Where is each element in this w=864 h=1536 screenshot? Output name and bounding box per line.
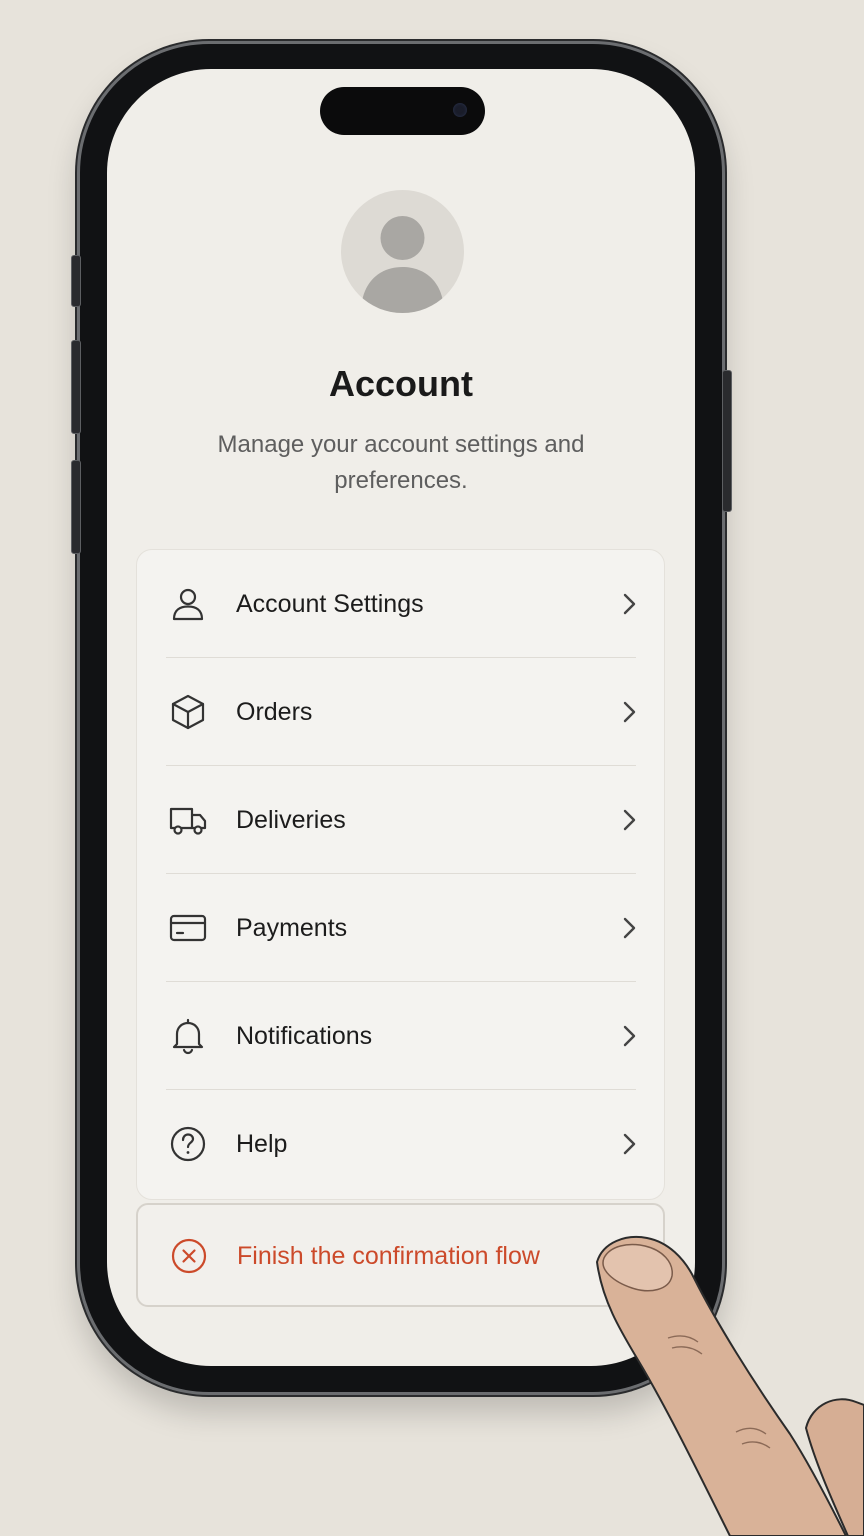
finish-confirmation-button[interactable]: Finish the confirmation flow — [136, 1203, 665, 1307]
avatar — [341, 190, 464, 313]
bell-icon — [169, 1017, 207, 1055]
person-silhouette-icon — [361, 216, 444, 313]
front-camera — [453, 103, 467, 117]
chevron-right-icon — [615, 1022, 643, 1050]
x-circle-icon — [170, 1237, 208, 1275]
menu-item-orders[interactable]: Orders — [137, 658, 664, 766]
help-circle-icon — [169, 1125, 207, 1163]
menu-item-label: Orders — [236, 698, 313, 726]
finish-confirmation-label: Finish the confirmation flow — [237, 1242, 540, 1270]
volume-up-button — [71, 340, 81, 434]
menu-item-help[interactable]: Help — [137, 1090, 664, 1198]
page-subtitle: Manage your account settings and prefere… — [217, 431, 585, 494]
menu-item-account-settings[interactable]: Account Settings — [137, 550, 664, 658]
menu-item-notifications[interactable]: Notifications — [137, 982, 664, 1090]
chevron-right-icon — [615, 914, 643, 942]
menu-item-label: Account Settings — [236, 590, 424, 618]
dynamic-island — [320, 87, 485, 135]
truck-icon — [169, 801, 207, 839]
action-button — [71, 255, 81, 307]
menu-item-label: Help — [236, 1130, 288, 1158]
power-button — [722, 370, 732, 512]
user-icon — [169, 585, 207, 623]
box-icon — [169, 693, 207, 731]
credit-card-icon — [169, 909, 207, 947]
menu-item-deliveries[interactable]: Deliveries — [137, 766, 664, 874]
phone-screen: Account Manage your account settings and… — [107, 69, 695, 1366]
chevron-right-icon — [615, 1130, 643, 1158]
menu-item-label: Deliveries — [236, 806, 346, 834]
menu-item-label: Notifications — [236, 1022, 373, 1050]
page-title: Account — [329, 363, 473, 404]
chevron-right-icon — [615, 590, 643, 618]
volume-down-button — [71, 460, 81, 554]
second-finger — [804, 1398, 864, 1536]
account-menu: Account Settings Orders Deliveries Payme… — [136, 549, 665, 1200]
menu-item-payments[interactable]: Payments — [137, 874, 664, 982]
chevron-right-icon — [615, 806, 643, 834]
menu-item-label: Payments — [236, 914, 348, 942]
chevron-right-icon — [615, 698, 643, 726]
